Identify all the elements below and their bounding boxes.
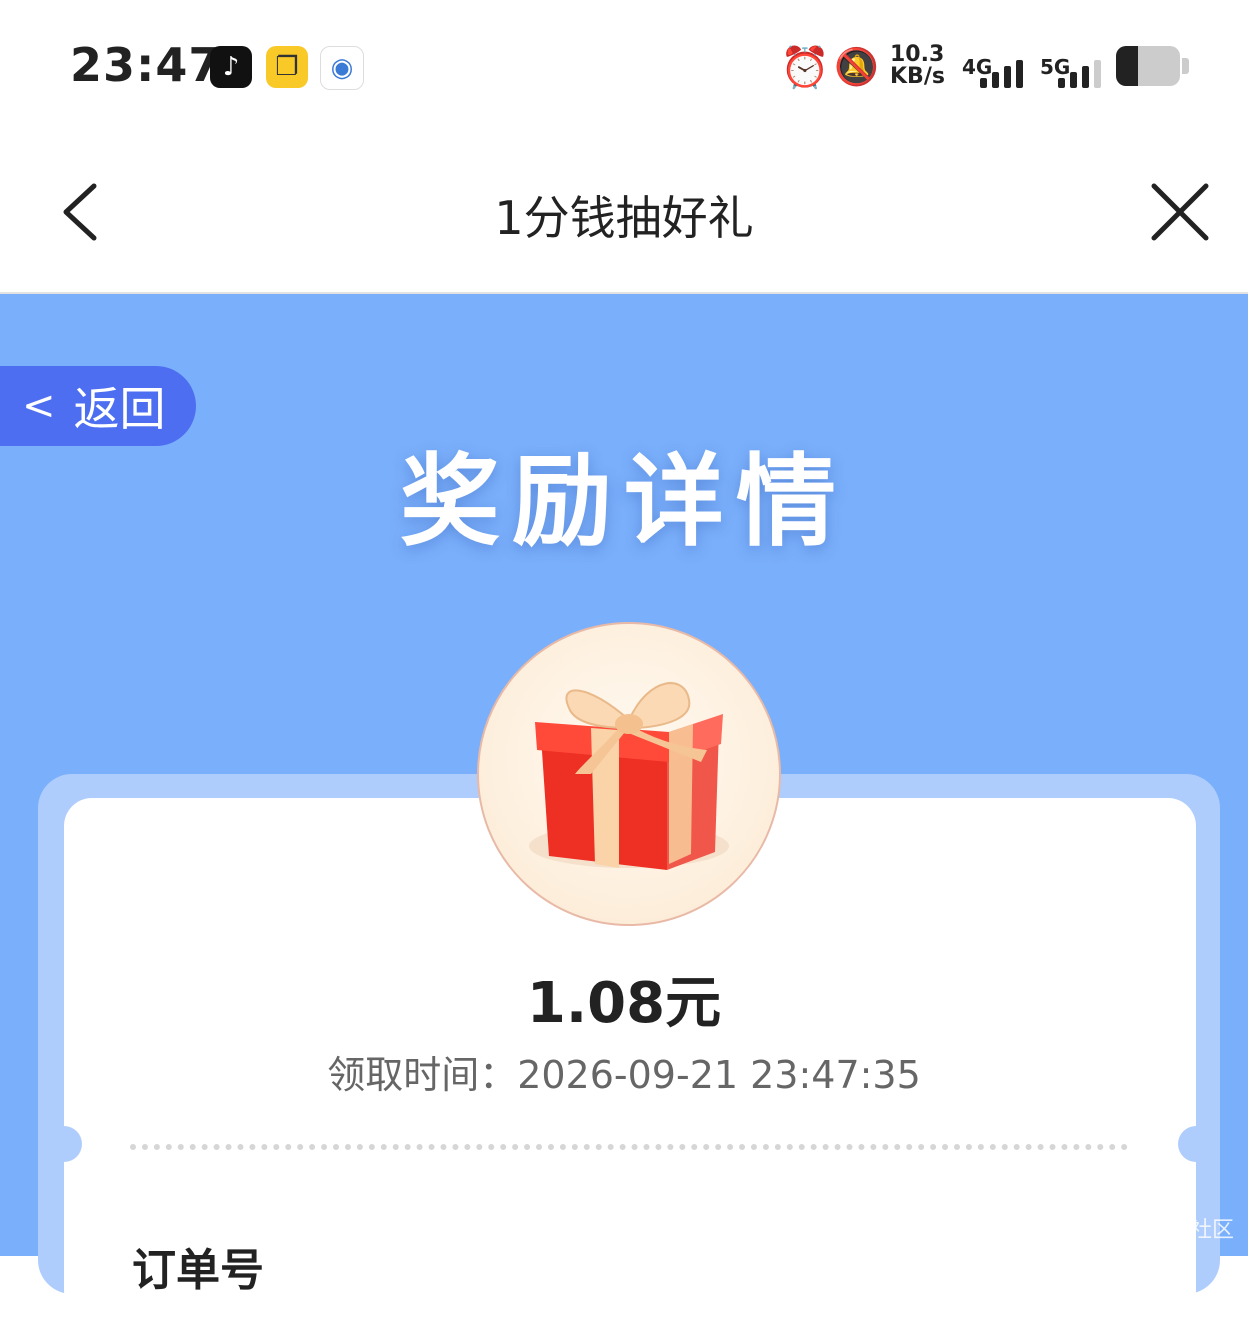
status-bar: 23:47 ♪ ❐ ◉ ⏰ 🔕 10.3 KB/s 4G 5G <box>0 0 1248 130</box>
close-icon[interactable] <box>1148 180 1212 244</box>
signal-4g-icon <box>980 58 1023 88</box>
mute-bell-icon: 🔕 <box>834 47 879 88</box>
reward-amount: 1.08元 <box>526 971 722 1036</box>
navigation-bar: 1分钱抽好礼 <box>0 130 1248 294</box>
browser-app-icon: ◉ <box>320 46 364 90</box>
battery-tip <box>1182 58 1189 74</box>
reward-details-title: 奖励详情 <box>400 443 848 560</box>
battery-icon <box>1116 46 1180 86</box>
net-speed-unit: KB/s <box>890 64 945 89</box>
net-speed-value: 10.3 <box>890 42 945 67</box>
card-notch-left <box>46 1126 82 1162</box>
claim-time: 领取时间：2026-09-21 23:47:35 <box>327 1053 921 1097</box>
tiktok-icon: ♪ <box>210 46 252 88</box>
status-time: 23:47 <box>70 38 222 92</box>
gift-box-icon <box>477 622 781 926</box>
alarm-icon: ⏰ <box>780 44 830 91</box>
dotted-divider <box>130 1144 1128 1150</box>
card-notch-right <box>1178 1126 1214 1162</box>
order-number-label: 订单号 <box>132 1245 264 1296</box>
watermark-text: 社区 <box>1190 1218 1235 1243</box>
page-title: 1分钱抽好礼 <box>494 191 754 245</box>
signal-5g-icon <box>1058 58 1101 88</box>
copy-app-icon: ❐ <box>266 46 308 88</box>
net-speed: 10.3 KB/s <box>890 44 945 90</box>
